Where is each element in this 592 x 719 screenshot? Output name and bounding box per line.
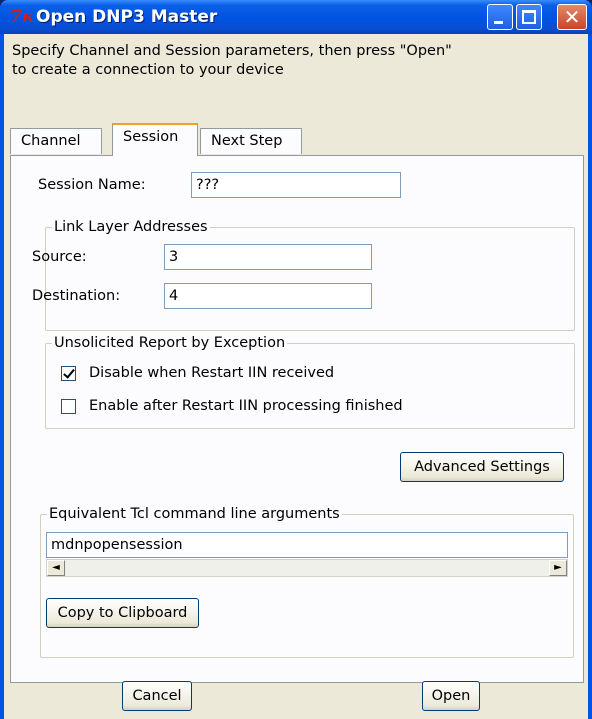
title-bar[interactable]: 7ĸ Open DNP3 Master ✕	[0, 0, 592, 34]
tab-next-step[interactable]: Next Step	[200, 128, 302, 154]
tcl-args-field[interactable]: mdnpopensession	[46, 532, 568, 558]
tcl-args-group-title: Equivalent Tcl command line arguments	[47, 504, 342, 524]
maximize-button[interactable]	[516, 4, 542, 30]
tk-app-icon: 7ĸ	[10, 7, 34, 27]
link-layer-group: Link Layer Addresses Source: 3 Destinati…	[32, 217, 575, 331]
instructions-text: Specify Channel and Session parameters, …	[12, 43, 452, 78]
window-title: Open DNP3 Master	[36, 7, 218, 27]
destination-label: Destination:	[32, 288, 121, 304]
minimize-button[interactable]	[487, 4, 513, 30]
horizontal-scrollbar[interactable]: ◄ ►	[46, 559, 568, 577]
advanced-settings-button[interactable]: Advanced Settings	[400, 452, 564, 482]
scroll-right-icon[interactable]: ►	[549, 560, 567, 576]
link-layer-group-title: Link Layer Addresses	[52, 217, 210, 237]
dialog-window: 7ĸ Open DNP3 Master ✕ Specify Channel an…	[0, 0, 592, 719]
tab-session[interactable]: Session	[112, 123, 198, 156]
unsolicited-group-title: Unsolicited Report by Exception	[52, 333, 288, 353]
disable-restart-iin-checkbox[interactable]	[61, 366, 76, 381]
tcl-args-group: Equivalent Tcl command line arguments md…	[40, 504, 574, 658]
close-button[interactable]: ✕	[557, 4, 587, 30]
tab-channel[interactable]: Channel	[10, 128, 102, 154]
open-button[interactable]: Open	[422, 681, 480, 711]
close-icon: ✕	[563, 5, 581, 29]
cancel-button[interactable]: Cancel	[122, 681, 192, 711]
unsolicited-group: Unsolicited Report by Exception Disable …	[45, 333, 575, 429]
minimize-icon	[494, 21, 503, 24]
disable-restart-iin-label[interactable]: Disable when Restart IIN received	[89, 363, 334, 383]
source-address-input[interactable]: 3	[164, 244, 372, 270]
enable-restart-iin-checkbox[interactable]	[61, 399, 76, 414]
destination-address-input[interactable]: 4	[164, 283, 372, 309]
scroll-left-icon[interactable]: ◄	[47, 560, 65, 576]
maximize-icon	[522, 10, 536, 24]
session-name-input[interactable]: ???	[191, 172, 401, 198]
copy-to-clipboard-button[interactable]: Copy to Clipboard	[46, 598, 199, 628]
dialog-client-area: Specify Channel and Session parameters, …	[4, 34, 588, 719]
session-tab-panel: Session Name: ??? Link Layer Addresses S…	[10, 155, 584, 683]
session-name-label: Session Name:	[38, 177, 146, 193]
enable-restart-iin-label[interactable]: Enable after Restart IIN processing fini…	[89, 396, 403, 416]
source-label: Source:	[32, 249, 87, 265]
